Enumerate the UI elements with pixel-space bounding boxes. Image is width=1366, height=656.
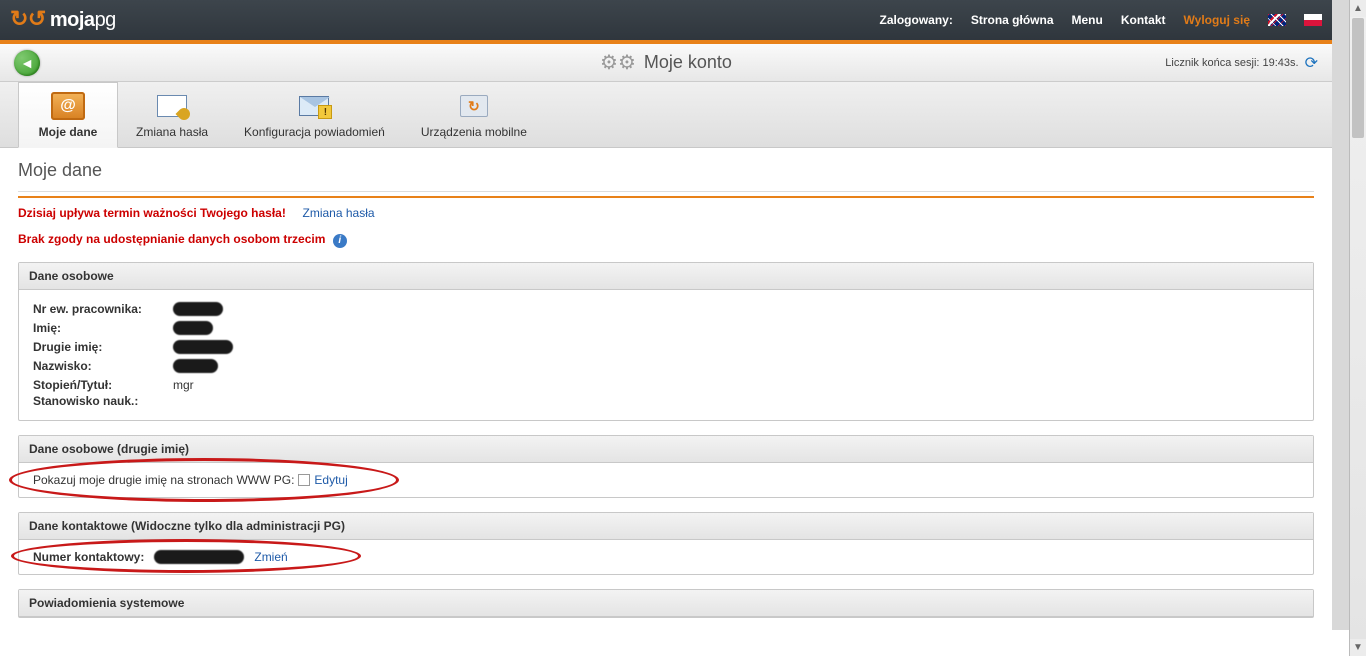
nav-menu[interactable]: Menu (1072, 13, 1103, 27)
field-label: Imię: (33, 321, 173, 338)
show-second-name-checkbox[interactable] (298, 474, 310, 486)
tabstrip: @ Moje dane Zmiana hasła Konfiguracja po… (0, 82, 1332, 148)
edit-second-name-link[interactable]: Edytuj (314, 473, 347, 487)
tab-label: Moje dane (39, 125, 98, 139)
nav-home[interactable]: Strona główna (971, 13, 1054, 27)
tab-label: Zmiana hasła (136, 125, 208, 139)
panel-header: Dane kontaktowe (Widoczne tylko dla admi… (19, 513, 1313, 540)
orange-thin-separator (18, 196, 1314, 198)
flag-uk-icon[interactable] (1268, 14, 1286, 26)
mail-alert-icon (299, 96, 329, 116)
field-label: Stanowisko nauk.: (33, 394, 173, 408)
degree-value: mgr (173, 378, 194, 392)
redacted-value (173, 321, 213, 335)
redacted-value (173, 340, 233, 354)
redacted-value (173, 359, 218, 373)
tab-label: Konfiguracja powiadomień (244, 125, 385, 139)
show-second-name-label: Pokazuj moje drugie imię na stronach WWW… (33, 473, 294, 487)
nav-logout[interactable]: Wyloguj się (1184, 13, 1250, 27)
logged-in-label: Zalogowany: (880, 13, 953, 27)
redacted-value (173, 302, 223, 316)
topbar-right: Zalogowany: Strona główna Menu Kontakt W… (880, 13, 1323, 27)
refresh-icon[interactable]: ⟳ (1305, 53, 1318, 73)
field-label: Nr ew. pracownika: (33, 302, 173, 319)
redacted-value (154, 550, 244, 564)
brand-logo[interactable]: ↻↺ mojapg (10, 9, 116, 32)
logo-arrows-icon: ↻↺ (10, 8, 46, 30)
titlebar: ◄ ⚙⚙ Moje konto Licznik końca sesji: 19:… (0, 44, 1332, 82)
tab-urzadzenia-mobilne[interactable]: ↻ Urządzenia mobilne (403, 83, 545, 147)
field-label: Drugie imię: (33, 340, 173, 357)
scroll-thumb[interactable] (1352, 18, 1364, 138)
nav-contact[interactable]: Kontakt (1121, 13, 1166, 27)
panel-header: Powiadomienia systemowe (19, 590, 1313, 617)
tab-label: Urządzenia mobilne (421, 125, 527, 139)
back-button[interactable]: ◄ (14, 50, 40, 76)
info-icon[interactable]: i (333, 234, 347, 248)
panel-contact-data: Dane kontaktowe (Widoczne tylko dla admi… (18, 512, 1314, 575)
scroll-up-icon[interactable]: ▲ (1350, 0, 1366, 17)
contact-number-label: Numer kontaktowy: (33, 550, 144, 564)
tab-zmiana-hasla[interactable]: Zmiana hasła (118, 83, 226, 147)
content-heading: Moje dane (18, 160, 1314, 181)
content: Moje dane Dzisiaj upływa termin ważności… (0, 148, 1332, 630)
panel-header: Dane osobowe (drugie imię) (19, 436, 1313, 463)
page-title-group: ⚙⚙ Moje konto (600, 50, 732, 75)
page-title: Moje konto (644, 52, 732, 73)
scroll-down-icon[interactable]: ▼ (1350, 639, 1366, 656)
vertical-scrollbar[interactable]: ▲ ▼ (1349, 0, 1366, 656)
password-key-icon (157, 95, 187, 117)
panel-second-name: Dane osobowe (drugie imię) Pokazuj moje … (18, 435, 1314, 498)
session-timer: Licznik końca sesji: 19:43s. ⟳ (1165, 53, 1318, 73)
panel-header: Dane osobowe (19, 263, 1313, 290)
tab-konfiguracja-powiadomien[interactable]: Konfiguracja powiadomień (226, 83, 403, 147)
field-label: Nazwisko: (33, 359, 173, 376)
gears-icon: ⚙⚙ (600, 50, 636, 75)
address-card-icon: @ (51, 92, 85, 120)
password-expired-warning: Dzisiaj upływa termin ważności Twojego h… (18, 206, 286, 220)
panel-system-notifications: Powiadomienia systemowe (18, 589, 1314, 618)
divider (18, 191, 1314, 192)
field-label: Stopień/Tytuł: (33, 378, 173, 392)
change-contact-link[interactable]: Zmień (254, 550, 287, 564)
session-text: Licznik końca sesji: 19:43s. (1165, 57, 1298, 69)
tab-moje-dane[interactable]: @ Moje dane (18, 82, 118, 148)
brand-pg: pg (95, 9, 116, 31)
brand-moja: moja (50, 9, 95, 31)
arrow-left-icon: ◄ (20, 55, 34, 71)
change-password-link[interactable]: Zmiana hasła (303, 206, 375, 220)
topbar: ↻↺ mojapg Zalogowany: Strona główna Menu… (0, 0, 1332, 40)
mobile-device-icon: ↻ (460, 95, 488, 117)
consent-warning: Brak zgody na udostępnianie danych osobo… (18, 232, 325, 246)
flag-pl-icon[interactable] (1304, 14, 1322, 26)
panel-personal-data: Dane osobowe Nr ew. pracownika: Imię: Dr… (18, 262, 1314, 421)
